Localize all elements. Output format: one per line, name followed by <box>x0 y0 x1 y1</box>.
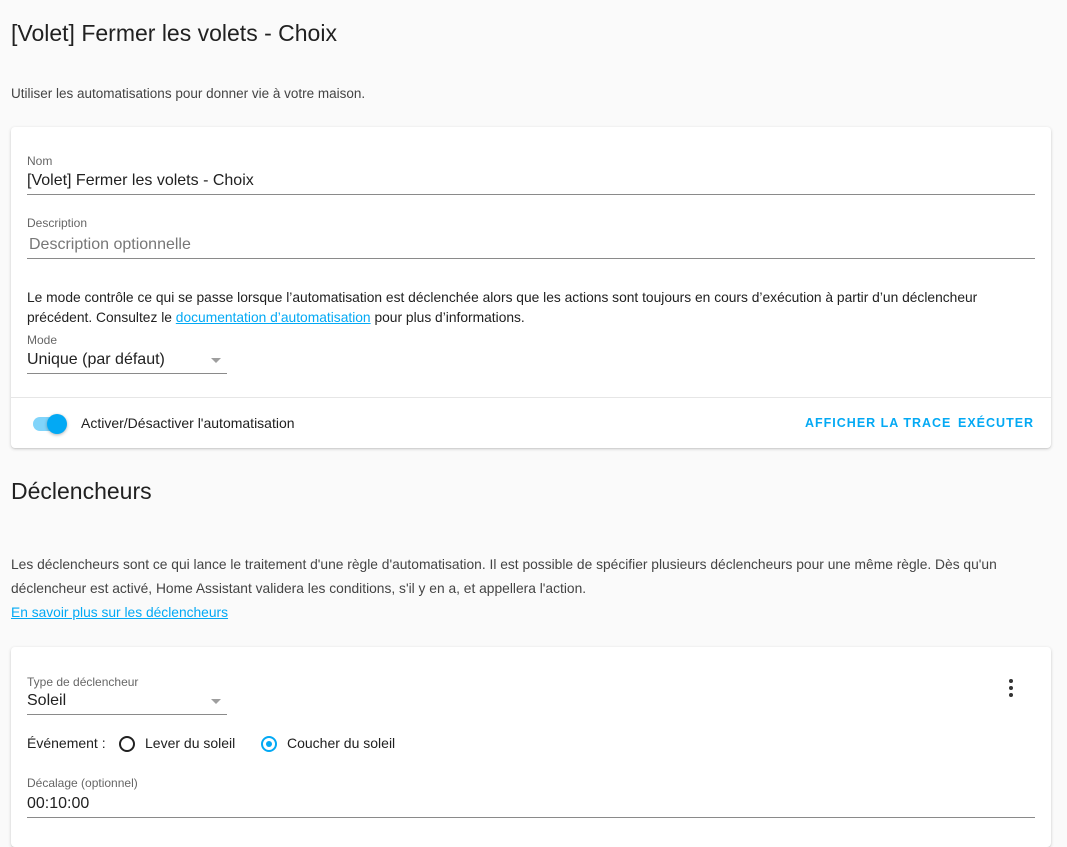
trigger-type-value[interactable]: Soleil <box>27 691 227 715</box>
event-label: Événement : <box>27 735 106 751</box>
more-options-icon[interactable] <box>999 677 1023 701</box>
dropdown-arrow-icon <box>211 358 221 363</box>
dropdown-arrow-icon <box>211 699 221 704</box>
trigger-type-text: Soleil <box>27 692 67 709</box>
trigger-type-select[interactable]: Type de déclencheur Soleil <box>27 675 227 715</box>
name-input[interactable]: [Volet] Fermer les volets - Choix <box>27 171 1035 195</box>
page-intro: Utiliser les automatisations pour donner… <box>11 86 366 101</box>
mode-select[interactable]: Mode Unique (par défaut) <box>27 333 227 374</box>
triggers-title: Déclencheurs <box>11 478 152 504</box>
show-trace-button[interactable]: AFFICHER LA TRACE <box>805 416 951 430</box>
offset-input[interactable]: 00:10:00 <box>27 794 1035 818</box>
mode-explanation: Le mode contrôle ce qui se passe lorsque… <box>27 288 1017 328</box>
triggers-description-text: Les déclencheurs sont ce qui lance le tr… <box>11 557 997 596</box>
mode-value-text: Unique (par défaut) <box>27 351 165 368</box>
sunset-radio[interactable] <box>261 736 277 752</box>
run-button[interactable]: EXÉCUTER <box>958 416 1034 430</box>
sunrise-label[interactable]: Lever du soleil <box>145 735 235 751</box>
menu-dot <box>1009 693 1013 697</box>
trigger-type-label: Type de déclencheur <box>27 675 139 689</box>
mode-label: Mode <box>27 333 58 347</box>
description-field[interactable]: Description Description optionnelle <box>27 216 1035 259</box>
toggle-label: Activer/Désactiver l'automatisation <box>81 415 295 431</box>
toggle-thumb <box>47 414 67 434</box>
offset-label: Décalage (optionnel) <box>27 776 138 790</box>
sunrise-radio[interactable] <box>119 736 135 752</box>
enable-automation-toggle[interactable] <box>31 414 69 434</box>
triggers-learn-more-link[interactable]: En savoir plus sur les déclencheurs <box>11 605 228 620</box>
automation-docs-link[interactable]: documentation d’automatisation <box>176 310 371 325</box>
sunset-label[interactable]: Coucher du soleil <box>287 735 395 751</box>
trigger-card: Type de déclencheur Soleil Événement : L… <box>11 647 1051 847</box>
triggers-description: Les déclencheurs sont ce qui lance le tr… <box>11 553 1051 625</box>
offset-field[interactable]: Décalage (optionnel) 00:10:00 <box>27 776 1035 818</box>
name-field[interactable]: Nom [Volet] Fermer les volets - Choix <box>27 154 1035 195</box>
description-label: Description <box>27 216 88 230</box>
description-input[interactable]: Description optionnelle <box>27 235 1035 259</box>
page-title: [Volet] Fermer les volets - Choix <box>11 20 337 46</box>
automation-details-card: Nom [Volet] Fermer les volets - Choix De… <box>11 127 1051 448</box>
menu-dot <box>1009 679 1013 683</box>
name-label: Nom <box>27 154 53 168</box>
card-actions: Activer/Désactiver l'automatisation AFFI… <box>11 397 1051 449</box>
menu-dot <box>1009 686 1013 690</box>
mode-text-after: pour plus d’informations. <box>370 310 525 325</box>
mode-select-value[interactable]: Unique (par défaut) <box>27 350 227 374</box>
